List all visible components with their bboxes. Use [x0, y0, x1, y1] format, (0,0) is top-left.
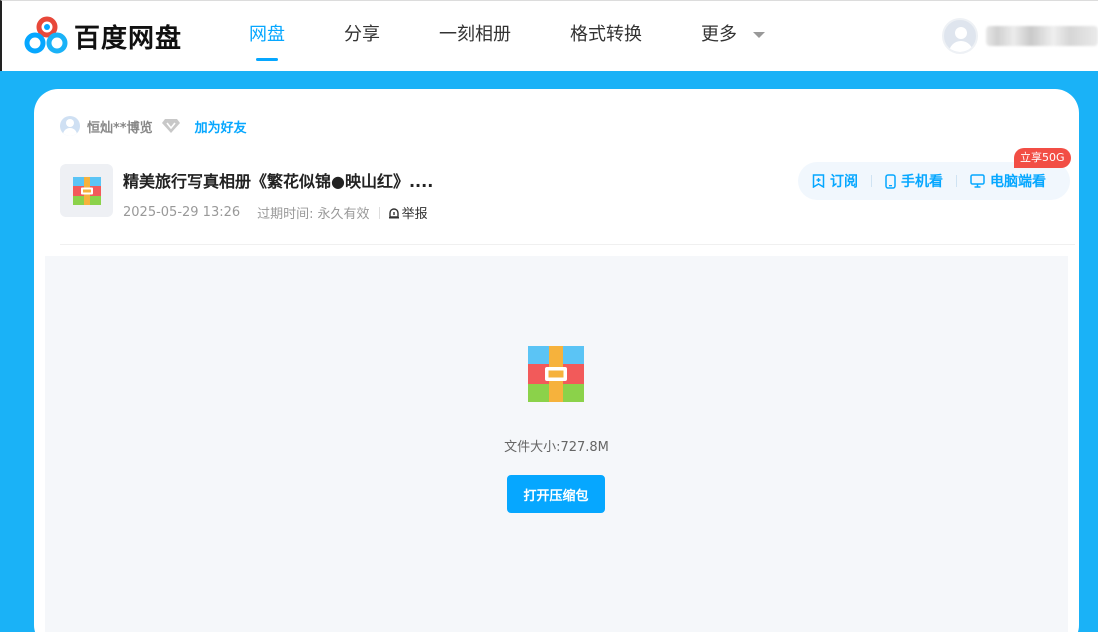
- user-menu[interactable]: [942, 18, 1098, 54]
- divider: [378, 206, 380, 219]
- username-blurred: [986, 26, 1098, 46]
- expire-label: 过期时间:: [257, 207, 314, 222]
- divider: [956, 175, 957, 187]
- zip-archive-icon: [528, 346, 584, 402]
- mobile-phone-icon: [885, 173, 896, 189]
- open-archive-button[interactable]: 打开压缩包: [507, 475, 605, 513]
- pc-view-button[interactable]: 电脑端看: [970, 171, 1046, 191]
- nav-item-label: 一刻相册: [439, 24, 511, 45]
- alarm-bell-icon: [388, 207, 399, 218]
- baidu-netdisk-logo[interactable]: 百度网盘: [24, 16, 182, 56]
- chevron-down-icon: [752, 32, 765, 38]
- phone-view-button[interactable]: 手机看: [885, 171, 943, 191]
- nav-item-label: 网盘: [249, 24, 285, 45]
- pc-view-label: 电脑端看: [990, 174, 1046, 190]
- report-label: 举报: [401, 207, 428, 222]
- top-nav: 网盘 分享 一刻相册 格式转换 更多: [230, 1, 765, 71]
- zip-archive-icon: [72, 176, 101, 205]
- nav-item-label: 更多: [701, 24, 737, 45]
- report-link[interactable]: 举报: [388, 203, 428, 222]
- file-preview-area: 文件大小:727.8M 打开压缩包: [45, 256, 1068, 632]
- diamond-vip-icon: [161, 119, 180, 133]
- nav-item-moment-album[interactable]: 一刻相册: [439, 1, 511, 71]
- divider: [871, 175, 872, 187]
- nav-item-share[interactable]: 分享: [344, 1, 380, 71]
- file-size-text: 文件大小:727.8M: [504, 440, 609, 455]
- file-header: 精美旅行写真相册《繁花似锦●映山红》.... 2025-05-29 13:26 …: [60, 164, 433, 222]
- subscribe-button[interactable]: 订阅: [812, 171, 858, 191]
- share-date: 2025-05-29 13:26: [123, 205, 241, 220]
- promo-badge[interactable]: 立享50G: [1014, 148, 1071, 168]
- sharer-info: 恒灿**博览 加为好友: [60, 116, 247, 136]
- file-meta: 2025-05-29 13:26 过期时间: 永久有效 举报: [123, 203, 433, 222]
- baidu-netdisk-logo-icon: [24, 16, 68, 54]
- sharer-name[interactable]: 恒灿**博览: [87, 117, 153, 136]
- share-card: 恒灿**博览 加为好友 精美旅行写真相册《繁花似锦●映山红》.... 2025-…: [34, 89, 1079, 632]
- sharer-avatar[interactable]: [60, 116, 80, 136]
- add-friend-link[interactable]: 加为好友: [195, 117, 247, 136]
- nav-item-more[interactable]: 更多: [701, 1, 765, 71]
- phone-view-label: 手机看: [901, 174, 943, 190]
- brand-name: 百度网盘: [74, 23, 183, 54]
- expire-value: 永久有效: [317, 207, 370, 222]
- subscribe-icon: [812, 174, 825, 188]
- nav-item-label: 分享: [344, 24, 380, 45]
- desktop-monitor-icon: [970, 174, 985, 188]
- top-header: 百度网盘 网盘 分享 一刻相册 格式转换 更多: [0, 0, 1098, 71]
- divider: [60, 244, 1075, 245]
- nav-item-format-convert[interactable]: 格式转换: [570, 1, 642, 71]
- subscribe-label: 订阅: [830, 174, 858, 190]
- default-avatar-icon[interactable]: [942, 18, 978, 54]
- file-title: 精美旅行写真相册《繁花似锦●映山红》....: [123, 172, 434, 191]
- file-thumbnail: [60, 164, 113, 217]
- nav-item-netdisk[interactable]: 网盘: [249, 1, 285, 71]
- nav-item-label: 格式转换: [570, 24, 642, 45]
